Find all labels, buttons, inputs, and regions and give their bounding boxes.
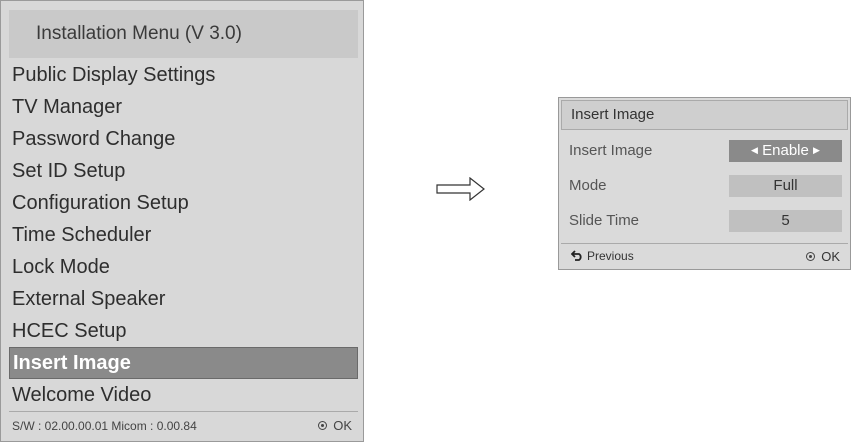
menu-item-set-id-setup[interactable]: Set ID Setup: [9, 155, 358, 187]
previous-button[interactable]: Previous: [570, 249, 634, 263]
menu-item-password-change[interactable]: Password Change: [9, 123, 358, 155]
setting-label-mode: Mode: [569, 177, 607, 194]
ok-label: OK: [821, 249, 840, 264]
right-arrow-icon: [436, 177, 485, 201]
setting-row-slide-time: Slide Time 5: [559, 205, 850, 237]
return-arrow-icon: [570, 250, 582, 262]
ok-button-icon: [806, 252, 816, 262]
insert-image-value: Enable: [762, 142, 809, 159]
ok-button[interactable]: OK: [806, 249, 840, 264]
menu-item-insert-image[interactable]: Insert Image: [9, 347, 358, 379]
installation-menu-list: Public Display Settings TV Manager Passw…: [9, 59, 358, 411]
insert-image-menu-title: Insert Image: [561, 100, 848, 130]
setting-label-insert-image: Insert Image: [569, 142, 653, 159]
ok-button-icon: [318, 421, 328, 431]
setting-row-insert-image: Insert Image ◀ Enable ▶: [559, 135, 850, 167]
menu-item-lock-mode[interactable]: Lock Mode: [9, 251, 358, 283]
previous-label: Previous: [587, 249, 634, 263]
setting-label-slide-time: Slide Time: [569, 212, 640, 229]
menu-item-time-scheduler[interactable]: Time Scheduler: [9, 219, 358, 251]
mode-value[interactable]: Full: [729, 175, 842, 197]
insert-image-menu-footer: Previous OK: [561, 243, 848, 268]
menu-item-welcome-video[interactable]: Welcome Video: [9, 379, 358, 411]
installation-menu-title: Installation Menu (V 3.0): [9, 10, 358, 58]
right-triangle-icon[interactable]: ▶: [813, 145, 820, 155]
left-triangle-icon[interactable]: ◀: [751, 145, 758, 155]
installation-menu: Installation Menu (V 3.0) Public Display…: [0, 0, 364, 442]
menu-item-tv-manager[interactable]: TV Manager: [9, 91, 358, 123]
menu-item-hcec-setup[interactable]: HCEC Setup: [9, 315, 358, 347]
insert-image-menu: Insert Image Insert Image ◀ Enable ▶ Mod…: [558, 97, 851, 270]
slide-time-value[interactable]: 5: [729, 210, 842, 232]
setting-row-mode: Mode Full: [559, 170, 850, 202]
software-version-info: S/W : 02.00.00.01 Micom : 0.00.84: [12, 419, 197, 433]
insert-image-selector[interactable]: ◀ Enable ▶: [729, 140, 842, 162]
menu-item-configuration-setup[interactable]: Configuration Setup: [9, 187, 358, 219]
menu-item-external-speaker[interactable]: External Speaker: [9, 283, 358, 315]
installation-menu-footer: S/W : 02.00.00.01 Micom : 0.00.84 OK: [9, 411, 358, 438]
ok-label: OK: [333, 418, 352, 433]
ok-button[interactable]: OK: [318, 418, 352, 433]
menu-item-public-display-settings[interactable]: Public Display Settings: [9, 59, 358, 91]
